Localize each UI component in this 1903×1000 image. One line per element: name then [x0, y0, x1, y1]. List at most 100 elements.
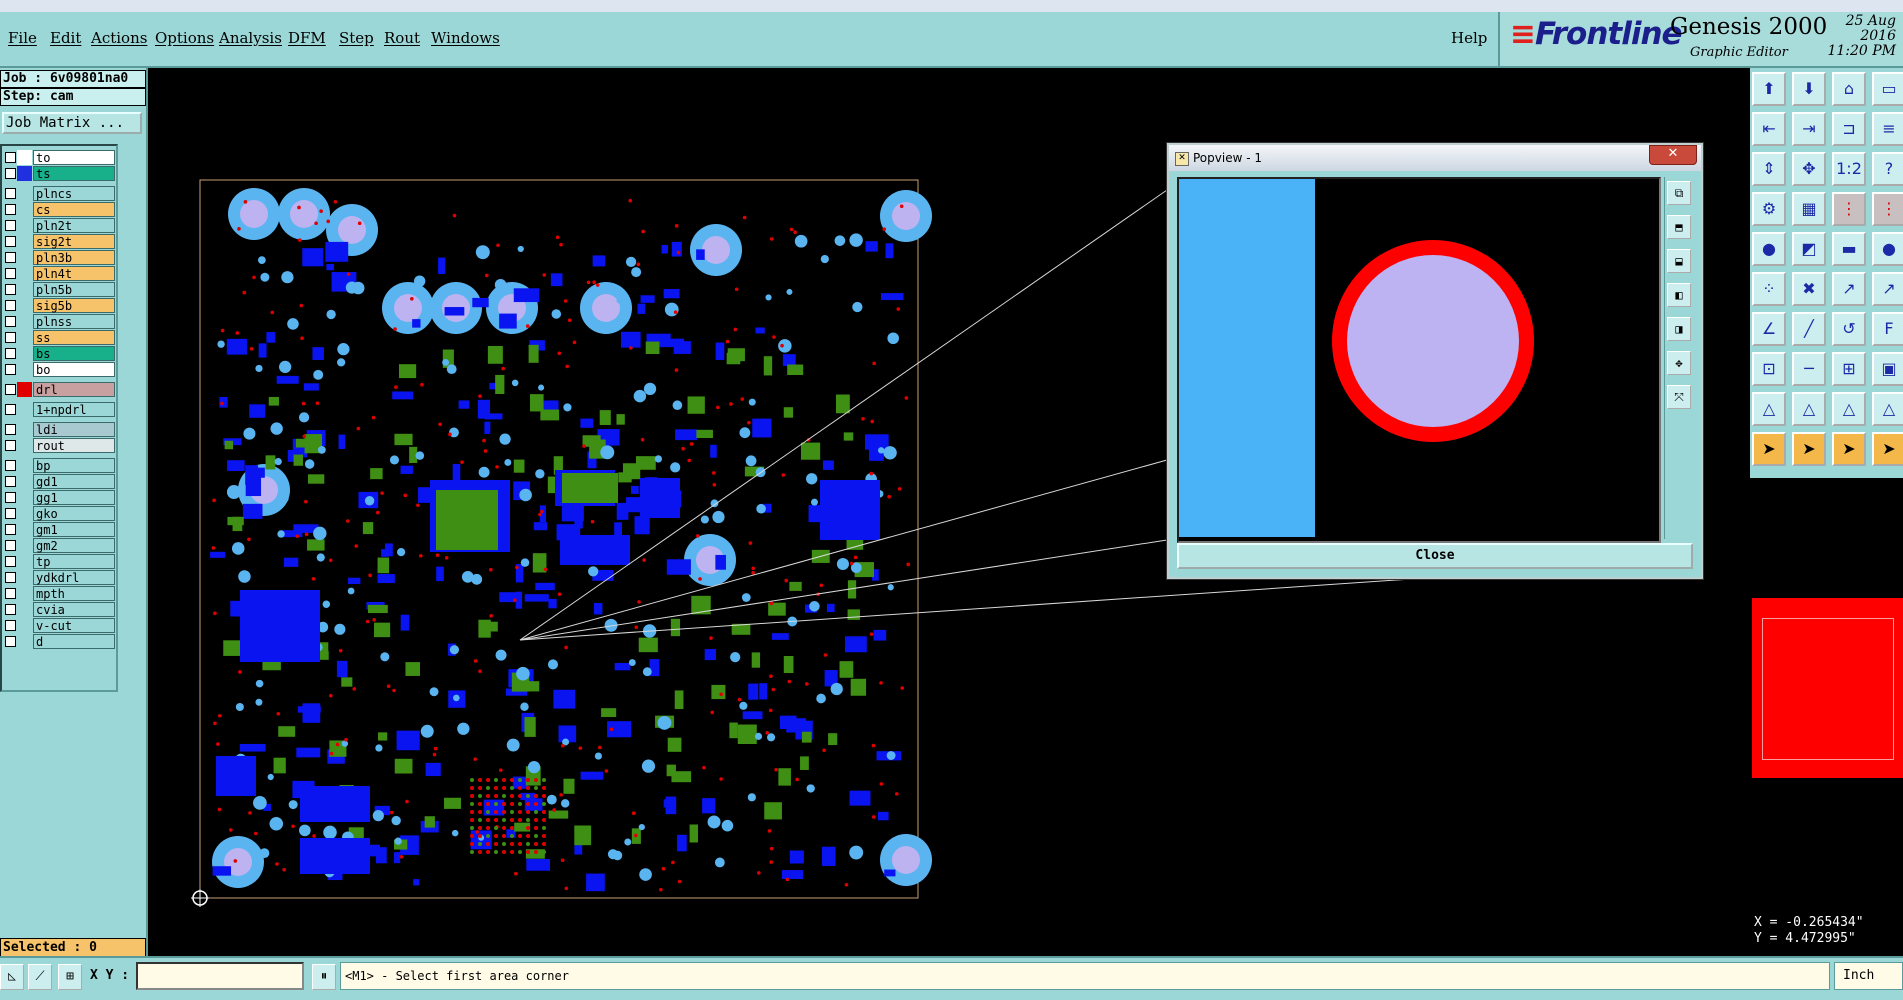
tool-3-1-icon[interactable]: ▦: [1792, 192, 1826, 226]
layer-color-swatch[interactable]: [17, 250, 32, 265]
layer-checkbox[interactable]: [5, 316, 16, 327]
tool-5-3-icon[interactable]: ↗: [1872, 272, 1903, 306]
info-icon[interactable]: ⏸: [312, 964, 336, 990]
layer-name[interactable]: rout: [33, 438, 115, 453]
popview-tool-3-icon[interactable]: ⬓: [1667, 249, 1691, 273]
popview-tool-5-icon[interactable]: ◨: [1667, 317, 1691, 341]
layer-color-swatch[interactable]: [17, 634, 32, 649]
layer-name[interactable]: d: [33, 634, 115, 649]
popview-tool-2-icon[interactable]: ⬒: [1667, 215, 1691, 239]
tool-4-1-icon[interactable]: ◩: [1792, 232, 1826, 266]
layer-color-swatch[interactable]: [17, 422, 32, 437]
popview-close-button[interactable]: Close: [1177, 543, 1693, 569]
menu-help[interactable]: Help: [1451, 29, 1487, 47]
popview-zoom-icon[interactable]: ✥: [1667, 351, 1691, 375]
layer-color-swatch[interactable]: [17, 474, 32, 489]
layer-name[interactable]: tp: [33, 554, 115, 569]
layer-color-swatch[interactable]: [17, 202, 32, 217]
layer-name[interactable]: ydkdrl: [33, 570, 115, 585]
tool-3-3-icon[interactable]: ⋮: [1872, 192, 1903, 226]
layer-row-bp[interactable]: bp: [2, 458, 116, 473]
layer-name[interactable]: gm2: [33, 538, 115, 553]
layer-name[interactable]: bp: [33, 458, 115, 473]
layer-row-v-cut[interactable]: v-cut: [2, 618, 116, 633]
layer-checkbox[interactable]: [5, 636, 16, 647]
overview-window[interactable]: [1752, 598, 1903, 778]
layer-row-drl[interactable]: drl: [2, 382, 116, 397]
layer-row-ydkdrl[interactable]: ydkdrl: [2, 570, 116, 585]
tool-1-0-icon[interactable]: ⇤: [1752, 112, 1786, 146]
layer-checkbox[interactable]: [5, 188, 16, 199]
layer-checkbox[interactable]: [5, 588, 16, 599]
layer-color-swatch[interactable]: [17, 346, 32, 361]
layer-color-swatch[interactable]: [17, 538, 32, 553]
layer-color-swatch[interactable]: [17, 382, 32, 397]
tool-5-1-icon[interactable]: ✖: [1792, 272, 1826, 306]
layer-checkbox[interactable]: [5, 508, 16, 519]
layer-row-plncs[interactable]: plncs: [2, 186, 116, 201]
menu-rout[interactable]: Rout: [384, 29, 420, 47]
tool-0-0-icon[interactable]: ⬆: [1752, 72, 1786, 106]
layer-row-gg1[interactable]: gg1: [2, 490, 116, 505]
layer-row-sig5b[interactable]: sig5b: [2, 298, 116, 313]
layer-name[interactable]: pln3b: [33, 250, 115, 265]
layer-name[interactable]: plnss: [33, 314, 115, 329]
layer-checkbox[interactable]: [5, 300, 16, 311]
units-selector[interactable]: Inch: [1834, 962, 1903, 990]
layer-checkbox[interactable]: [5, 424, 16, 435]
layer-color-swatch[interactable]: [17, 438, 32, 453]
layer-name[interactable]: bo: [33, 362, 115, 377]
layer-name[interactable]: sig2t: [33, 234, 115, 249]
tool-4-0-icon[interactable]: ●: [1752, 232, 1786, 266]
tool-0-1-icon[interactable]: ⬇: [1792, 72, 1826, 106]
tool-2-3-icon[interactable]: ?: [1872, 152, 1903, 186]
layer-color-swatch[interactable]: [17, 570, 32, 585]
popview-tool-1-icon[interactable]: ⧉: [1667, 181, 1691, 205]
layer-name[interactable]: v-cut: [33, 618, 115, 633]
menu-options[interactable]: Options: [155, 29, 214, 47]
layer-color-swatch[interactable]: [17, 618, 32, 633]
layer-checkbox[interactable]: [5, 556, 16, 567]
layer-color-swatch[interactable]: [17, 266, 32, 281]
layer-color-swatch[interactable]: [17, 490, 32, 505]
layer-checkbox[interactable]: [5, 604, 16, 615]
menu-analysis[interactable]: Analysis: [219, 29, 282, 47]
layer-name[interactable]: gd1: [33, 474, 115, 489]
layer-color-swatch[interactable]: [17, 402, 32, 417]
layer-name[interactable]: ts: [33, 166, 115, 181]
layer-checkbox[interactable]: [5, 236, 16, 247]
tool-9-3-icon[interactable]: ➤: [1872, 432, 1903, 466]
tool-3-0-icon[interactable]: ⚙: [1752, 192, 1786, 226]
layer-name[interactable]: pln2t: [33, 218, 115, 233]
measure-icon[interactable]: ⟋: [28, 964, 52, 990]
layer-row-bo[interactable]: bo: [2, 362, 116, 377]
layer-row-mpth[interactable]: mpth: [2, 586, 116, 601]
tool-8-0-icon[interactable]: △: [1752, 392, 1786, 426]
tool-1-1-icon[interactable]: ⇥: [1792, 112, 1826, 146]
layer-color-swatch[interactable]: [17, 298, 32, 313]
layer-row-plnss[interactable]: plnss: [2, 314, 116, 329]
layer-name[interactable]: drl: [33, 382, 115, 397]
layer-color-swatch[interactable]: [17, 314, 32, 329]
layer-name[interactable]: 1+npdrl: [33, 402, 115, 417]
layer-row-sig2t[interactable]: sig2t: [2, 234, 116, 249]
popview-fit-icon[interactable]: ⤧: [1667, 385, 1691, 409]
layer-color-swatch[interactable]: [17, 282, 32, 297]
tool-1-3-icon[interactable]: ≡: [1872, 112, 1903, 146]
layer-checkbox[interactable]: [5, 540, 16, 551]
layer-color-swatch[interactable]: [17, 554, 32, 569]
tool-1-2-icon[interactable]: ⊐: [1832, 112, 1866, 146]
layer-row-pln4t[interactable]: pln4t: [2, 266, 116, 281]
layer-color-swatch[interactable]: [17, 602, 32, 617]
tool-4-3-icon[interactable]: ●: [1872, 232, 1903, 266]
layer-name[interactable]: to: [33, 150, 115, 165]
layer-row-gd1[interactable]: gd1: [2, 474, 116, 489]
layer-name[interactable]: plncs: [33, 186, 115, 201]
tool-2-1-icon[interactable]: ✥: [1792, 152, 1826, 186]
layer-row-1+npdrl[interactable]: 1+npdrl: [2, 402, 116, 417]
tool-9-2-icon[interactable]: ➤: [1832, 432, 1866, 466]
layer-name[interactable]: cvia: [33, 602, 115, 617]
layer-row-ss[interactable]: ss: [2, 330, 116, 345]
tool-8-3-icon[interactable]: △: [1872, 392, 1903, 426]
layer-row-pln3b[interactable]: pln3b: [2, 250, 116, 265]
